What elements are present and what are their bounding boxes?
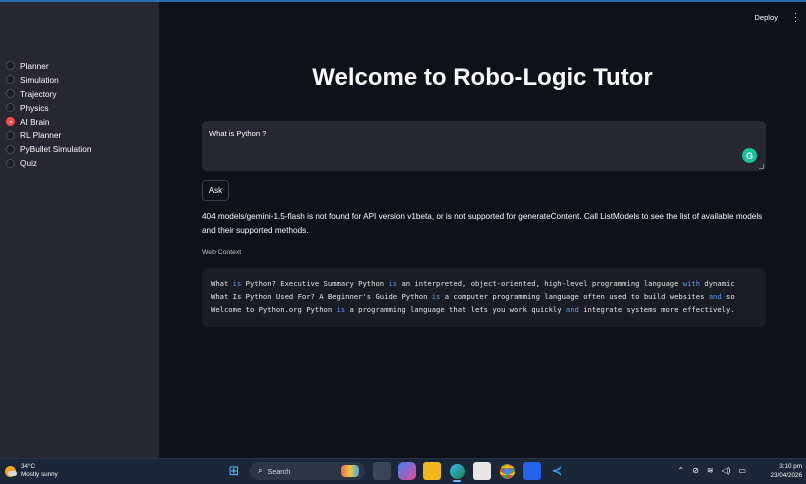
file-explorer-icon[interactable] (423, 462, 441, 480)
network-off-icon[interactable]: ⊘ (692, 466, 699, 475)
page-radio-group: Planner Simulation Trajectory Physics AI Bra… (6, 59, 91, 170)
windows-start-icon[interactable]: ⊞ (225, 462, 243, 480)
radio-unselected-icon[interactable] (6, 89, 15, 99)
chrome-icon[interactable] (498, 462, 516, 480)
volume-icon[interactable]: ◁) (722, 466, 731, 475)
chat-app-icon[interactable] (523, 462, 541, 480)
kebab-menu-icon[interactable]: · · · (794, 9, 797, 26)
ask-button[interactable]: Ask (202, 180, 229, 201)
search-placeholder: Search (267, 466, 291, 476)
sidebar-radio-ai-brain[interactable]: AI Brain (6, 115, 91, 129)
battery-icon[interactable]: ▭ (738, 466, 746, 475)
taskbar-search[interactable]: ⌕ Search (250, 462, 365, 480)
grammarly-icon[interactable]: G (742, 148, 757, 163)
sidebar-radio-quiz[interactable]: Quiz (6, 156, 91, 170)
web-context-line: Welcome to Python.org Python is a progra… (211, 305, 735, 314)
sidebar-radio-simulation[interactable]: Simulation (6, 73, 91, 87)
sidebar-radio-label: Planner (20, 60, 49, 71)
web-context-line: What is Python? Executive Summary Python… (211, 279, 735, 288)
resize-handle-icon[interactable] (759, 164, 764, 169)
task-view-icon[interactable] (373, 462, 391, 480)
clock-time: 3:10 pm (779, 463, 802, 470)
sidebar-radio-pybullet-simulation[interactable]: PyBullet Simulation (6, 142, 91, 156)
radio-unselected-icon[interactable] (6, 130, 15, 140)
web-context-label: Web Context (202, 249, 242, 256)
radio-unselected-icon[interactable] (6, 75, 15, 85)
radio-unselected-icon[interactable] (6, 103, 15, 113)
vscode-icon[interactable]: ≺ (548, 462, 566, 480)
sidebar-radio-label: Simulation (20, 74, 59, 85)
search-highlight-icon (341, 465, 359, 477)
taskbar-apps: ⊞ ⌕ Search ≺ (225, 462, 573, 482)
chevron-up-icon[interactable]: ⌃ (678, 466, 685, 475)
question-value: What is Python ? (209, 129, 267, 138)
sidebar-radio-label: RL Planner (20, 130, 62, 141)
error-message: 404 models/gemini-1.5-flash is not found… (202, 212, 763, 235)
main-content: Deploy · · · Welcome to Robo-Logic Tutor W… (159, 2, 806, 458)
radio-selected-icon[interactable] (6, 117, 15, 126)
sun-cloud-icon (5, 465, 17, 477)
sidebar-radio-label: PyBullet Simulation (20, 144, 92, 155)
microsoft-store-icon[interactable] (473, 462, 491, 480)
sidebar: Planner Simulation Trajectory Physics AI Bra… (0, 2, 159, 458)
sidebar-radio-label: AI Brain (20, 116, 50, 127)
sidebar-radio-planner[interactable]: Planner (6, 59, 91, 73)
web-context-line: What Is Python Used For? A Beginner's Gu… (211, 292, 735, 301)
streamlit-app: Planner Simulation Trajectory Physics AI Bra… (0, 2, 806, 458)
sidebar-radio-label: Quiz (20, 158, 38, 169)
question-textarea[interactable]: What is Python ? G (202, 121, 766, 171)
sidebar-radio-label: Physics (20, 102, 49, 113)
sidebar-radio-trajectory[interactable]: Trajectory (6, 87, 91, 101)
sidebar-radio-physics[interactable]: Physics (6, 101, 91, 115)
radio-unselected-icon[interactable] (6, 158, 15, 168)
clock-date: 23/04/2026 (770, 471, 802, 479)
weather-desc: Mostly sunny (21, 471, 58, 478)
radio-unselected-icon[interactable] (6, 61, 15, 71)
weather-widget[interactable]: 34°C Mostly sunny (5, 463, 58, 479)
windows-taskbar: 34°C Mostly sunny ⊞ ⌕ Search ≺ ⌃ ⊘ ≋ ◁) … (0, 458, 806, 484)
deploy-button[interactable]: Deploy (754, 13, 778, 22)
sidebar-radio-rl-planner[interactable]: RL Planner (6, 128, 91, 142)
weather-temp: 34°C (21, 463, 36, 470)
taskbar-clock[interactable]: 3:10 pm 23/04/2026 (770, 463, 802, 480)
system-tray: ⌃ ⊘ ≋ ◁) ▭ (670, 466, 747, 475)
radio-unselected-icon[interactable] (6, 144, 15, 154)
sidebar-radio-label: Trajectory (20, 88, 57, 99)
edge-browser-icon[interactable] (448, 462, 466, 482)
page-title: Welcome to Robo-Logic Tutor (312, 64, 653, 91)
search-icon: ⌕ (258, 466, 263, 475)
wifi-icon[interactable]: ≋ (707, 466, 714, 475)
copilot-icon[interactable] (398, 462, 416, 480)
web-context-code-block: What is Python? Executive Summary Python… (202, 268, 766, 327)
